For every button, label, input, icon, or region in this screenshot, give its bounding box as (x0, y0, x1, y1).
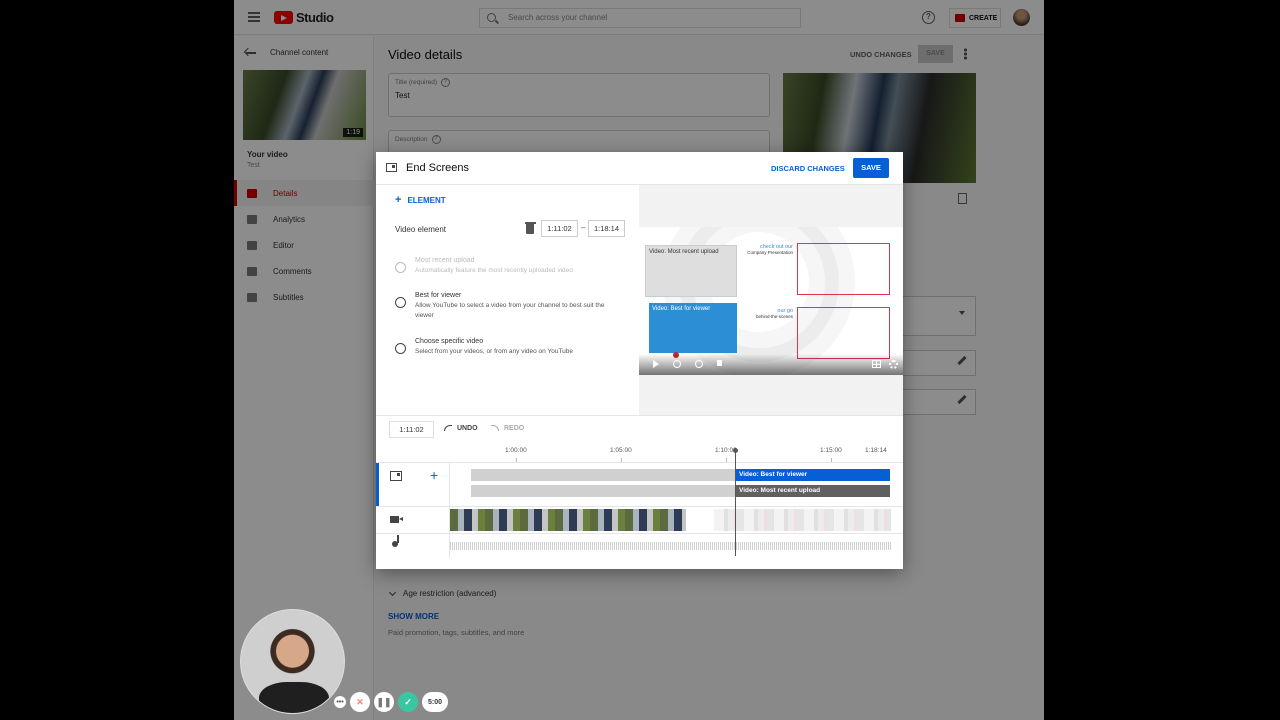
cancel-recording-button[interactable]: ✕ (350, 692, 370, 712)
option-choose-specific-video[interactable]: Choose specific video Select from your vi… (395, 338, 620, 357)
video-camera-icon (390, 516, 403, 523)
plus-icon: + (395, 194, 402, 206)
undo-icon (444, 425, 452, 431)
recording-timer: 5:00 (422, 692, 448, 712)
music-note-icon (392, 535, 399, 547)
radio-button[interactable] (395, 262, 406, 273)
playhead[interactable] (733, 448, 738, 556)
end-screen-icon (390, 471, 402, 481)
preview-tile-best[interactable]: Video: Best for viewer (649, 303, 737, 353)
forward-icon[interactable] (695, 360, 703, 368)
play-icon[interactable] (653, 360, 659, 368)
track-gap (471, 469, 735, 481)
undo-label: UNDO (457, 425, 478, 432)
track-header: + (376, 463, 450, 507)
video-element-label: Video element (395, 225, 446, 234)
dialog-header: End Screens DISCARD CHANGES SAVE (376, 152, 903, 185)
filmstrip-frames (450, 509, 686, 531)
dialog-save-button[interactable]: SAVE (853, 158, 889, 178)
preview-tile-recent[interactable]: Video: Most recent upload (645, 245, 737, 297)
preview-text-2-sub: behind-the-scenes (755, 314, 793, 319)
add-element-label: ELEMENT (407, 196, 446, 205)
trash-icon[interactable] (524, 222, 536, 234)
radio-button[interactable] (395, 297, 406, 308)
track-header (376, 507, 450, 533)
time-range-separator: – (581, 223, 586, 232)
timeline-toolbar: 1:11:02 UNDO REDO (376, 415, 903, 442)
preview-pane: Video: Most recent upload Video: Best fo… (639, 185, 903, 415)
filmstrip-end-frames (714, 509, 891, 531)
video-track (376, 506, 903, 533)
discard-changes-button[interactable]: DISCARD CHANGES (771, 164, 845, 173)
option-description: Automatically feature the most recently … (415, 267, 573, 274)
redo-label: REDO (504, 425, 525, 432)
end-screen-preview[interactable]: Video: Most recent upload Video: Best fo… (639, 227, 903, 375)
end-screen-icon (386, 163, 397, 172)
more-icon[interactable]: ••• (334, 696, 346, 708)
end-time-input[interactable]: 1:18:14 (588, 220, 625, 237)
option-description: Select from your videos, or from any vid… (415, 348, 574, 355)
option-description: Allow YouTube to select a video from you… (415, 302, 605, 319)
option-most-recent-upload[interactable]: Most recent upload Automatically feature … (395, 257, 620, 276)
option-title: Choose specific video (415, 338, 484, 345)
player-controls (639, 354, 903, 375)
tick-label: 1:18:14 (865, 447, 887, 454)
end-screens-dialog: End Screens DISCARD CHANGES SAVE + ELEME… (376, 152, 903, 569)
dialog-title: End Screens (406, 162, 469, 174)
finish-recording-button[interactable]: ✓ (398, 692, 418, 712)
webcam-bubble[interactable] (240, 609, 345, 714)
volume-icon[interactable] (717, 360, 722, 366)
preview-placeholder-box (797, 307, 890, 359)
track-header (376, 534, 450, 558)
track-gap (471, 485, 735, 497)
add-element-button[interactable]: + ELEMENT (395, 194, 446, 206)
audio-track (376, 533, 903, 558)
video-filmstrip[interactable] (450, 509, 891, 531)
tick-label: 1:00:00 (505, 447, 527, 454)
timeline-ruler[interactable]: 1:00:00 1:05:00 1:10:00 1:15:00 1:18:14 (450, 442, 903, 462)
option-best-for-viewer[interactable]: Best for viewer Allow YouTube to select a… (395, 292, 620, 321)
radio-button[interactable] (395, 343, 406, 354)
element-editor: + ELEMENT Video element 1:11:02 – 1:18:1… (376, 185, 639, 415)
preview-placeholder-box (797, 243, 890, 295)
preview-text-2: our go behind-the-scenes (737, 308, 793, 320)
recorder-controls: ••• ✕ ❚❚ ✓ 5:00 (334, 692, 448, 712)
audio-waveform (450, 542, 891, 550)
redo-button[interactable]: REDO (491, 425, 524, 432)
segment-best-for-viewer[interactable]: Video: Best for viewer (735, 469, 890, 481)
current-time-display[interactable]: 1:11:02 (389, 421, 434, 438)
segment-most-recent-upload[interactable]: Video: Most recent upload (735, 485, 890, 497)
tick-label: 1:15:00 (820, 447, 842, 454)
grid-icon[interactable] (872, 360, 881, 368)
option-title: Best for viewer (415, 292, 462, 299)
option-title: Most recent upload (415, 257, 475, 264)
pause-recording-button[interactable]: ❚❚ (374, 692, 394, 712)
tick-label: 1:05:00 (610, 447, 632, 454)
rewind-icon[interactable] (673, 360, 681, 368)
preview-text-1: check out our Company Presentation (737, 244, 793, 256)
start-time-input[interactable]: 1:11:02 (541, 220, 578, 237)
preview-text-1-sub: Company Presentation (747, 250, 793, 255)
webcam-person (259, 682, 329, 713)
end-screen-track: + Video: Best for viewer Video: Most rec… (376, 462, 903, 507)
redo-icon (491, 425, 499, 431)
undo-button[interactable]: UNDO (444, 425, 478, 432)
add-element-plus-icon[interactable]: + (430, 467, 438, 483)
gear-icon[interactable] (889, 360, 898, 369)
